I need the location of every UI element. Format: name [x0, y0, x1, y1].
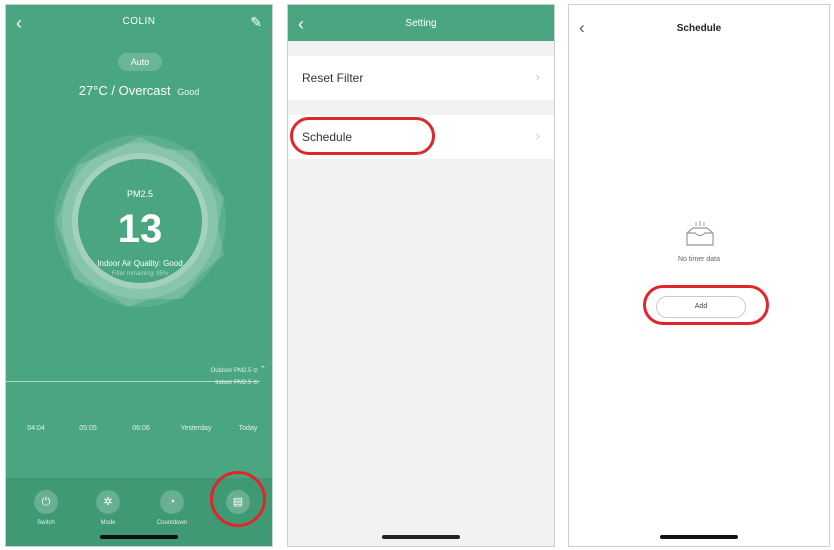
mode-button[interactable]: ✲ Mode — [88, 490, 128, 526]
switch-label: Switch — [37, 520, 55, 526]
schedule-screen: ‹ Schedule No timer data Add — [568, 4, 830, 547]
filter-remaining-text: Filter remaining: 95% — [111, 271, 169, 277]
pm-label: PM2.5 — [126, 189, 153, 199]
power-icon: ⏻ — [34, 490, 58, 514]
air-quality-ring: PM2.5 13 Indoor Air Quality: Good Filter… — [50, 131, 230, 311]
reset-filter-item[interactable]: Reset Filter › — [288, 56, 554, 100]
legend-arrow-icon: ⌃ — [260, 366, 266, 373]
setting-title: Setting — [405, 18, 437, 29]
chevron-right-icon: › — [535, 128, 540, 143]
weather-quality: Good — [177, 87, 200, 97]
device-title: COLIN — [122, 16, 156, 27]
time-label: Yesterday — [180, 425, 212, 432]
empty-state-text: No timer data — [677, 256, 721, 263]
weather-text: 27°C / Overcast — [78, 83, 171, 98]
setting-header: ‹ Setting — [288, 5, 554, 41]
highlight-oval — [290, 117, 435, 155]
reset-filter-label: Reset Filter — [302, 71, 364, 85]
highlight-circle — [210, 471, 266, 527]
schedule-title: Schedule — [676, 23, 722, 34]
legend-outdoor: Outdoor PM2.5 ⊙ — [210, 368, 258, 374]
pm-value: 13 — [117, 207, 163, 251]
mode-badge[interactable]: Auto — [118, 53, 162, 71]
empty-box-icon — [686, 221, 714, 246]
fan-icon: ✲ — [96, 490, 120, 514]
indoor-quality-text: Indoor Air Quality: Good — [97, 259, 183, 268]
time-label: Today — [238, 425, 258, 432]
chevron-right-icon: › — [535, 69, 540, 84]
legend-indoor: Indoor PM2.5 ⊙ — [215, 380, 258, 386]
switch-button[interactable]: ⏻ Switch — [26, 490, 66, 526]
countdown-label: Countdown — [156, 520, 188, 526]
timer-icon: ◔ — [160, 490, 184, 514]
setting-screen: ‹ Setting Reset Filter › Schedule › — [287, 4, 555, 547]
countdown-button[interactable]: ◔ Countdown — [152, 490, 192, 526]
device-screen: ‹ COLIN ✎ Auto 27°C / Overcast Good PM2.… — [5, 4, 273, 547]
pm-display: PM2.5 13 Indoor Air Quality: Good Filter… — [78, 159, 202, 283]
time-label: 06:06 — [132, 425, 150, 432]
home-indicator — [382, 535, 460, 539]
weather-info: 27°C / Overcast Good — [6, 83, 272, 98]
time-label: 05:05 — [79, 425, 97, 432]
time-label: 04:04 — [27, 425, 45, 432]
home-indicator — [660, 535, 738, 539]
device-topbar: ‹ COLIN ✎ — [6, 5, 272, 39]
mode-label: Mode — [100, 520, 116, 526]
highlight-oval — [643, 285, 769, 325]
home-indicator — [100, 535, 178, 539]
time-axis: 04:04 05:05 06:06 Yesterday Today — [6, 425, 272, 439]
edit-icon[interactable]: ✎ — [250, 14, 262, 31]
